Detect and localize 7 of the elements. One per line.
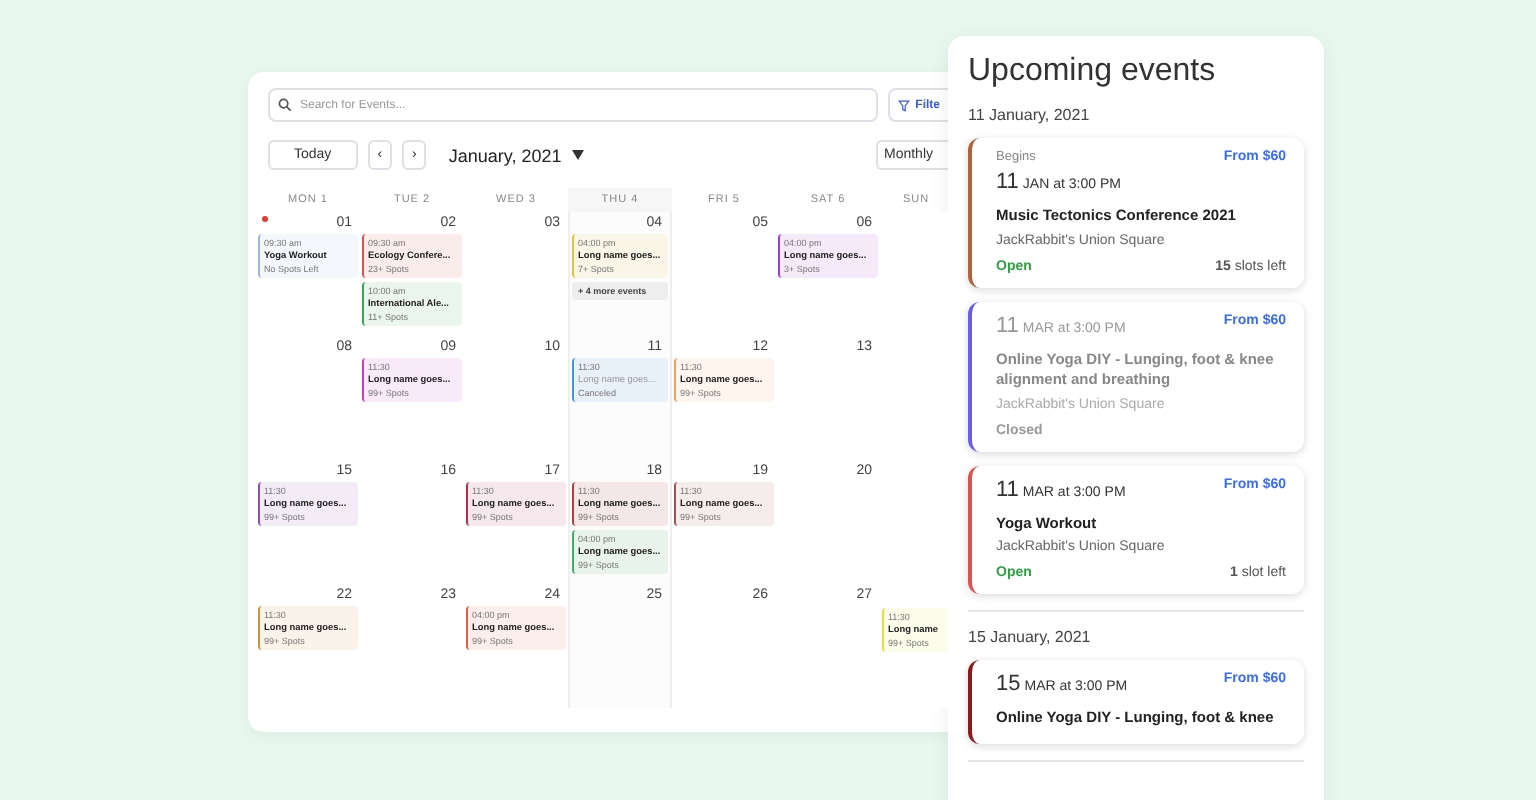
panel-title: Upcoming events [968,54,1218,90]
month-label: January, 2021 [448,145,562,165]
caret-icon[interactable] [571,150,584,160]
search-icon [278,98,292,112]
group-date: 15 January, 2021 [968,628,1093,646]
group-date: 11 January, 2021 [968,106,1092,124]
filter-icon [897,99,910,111]
